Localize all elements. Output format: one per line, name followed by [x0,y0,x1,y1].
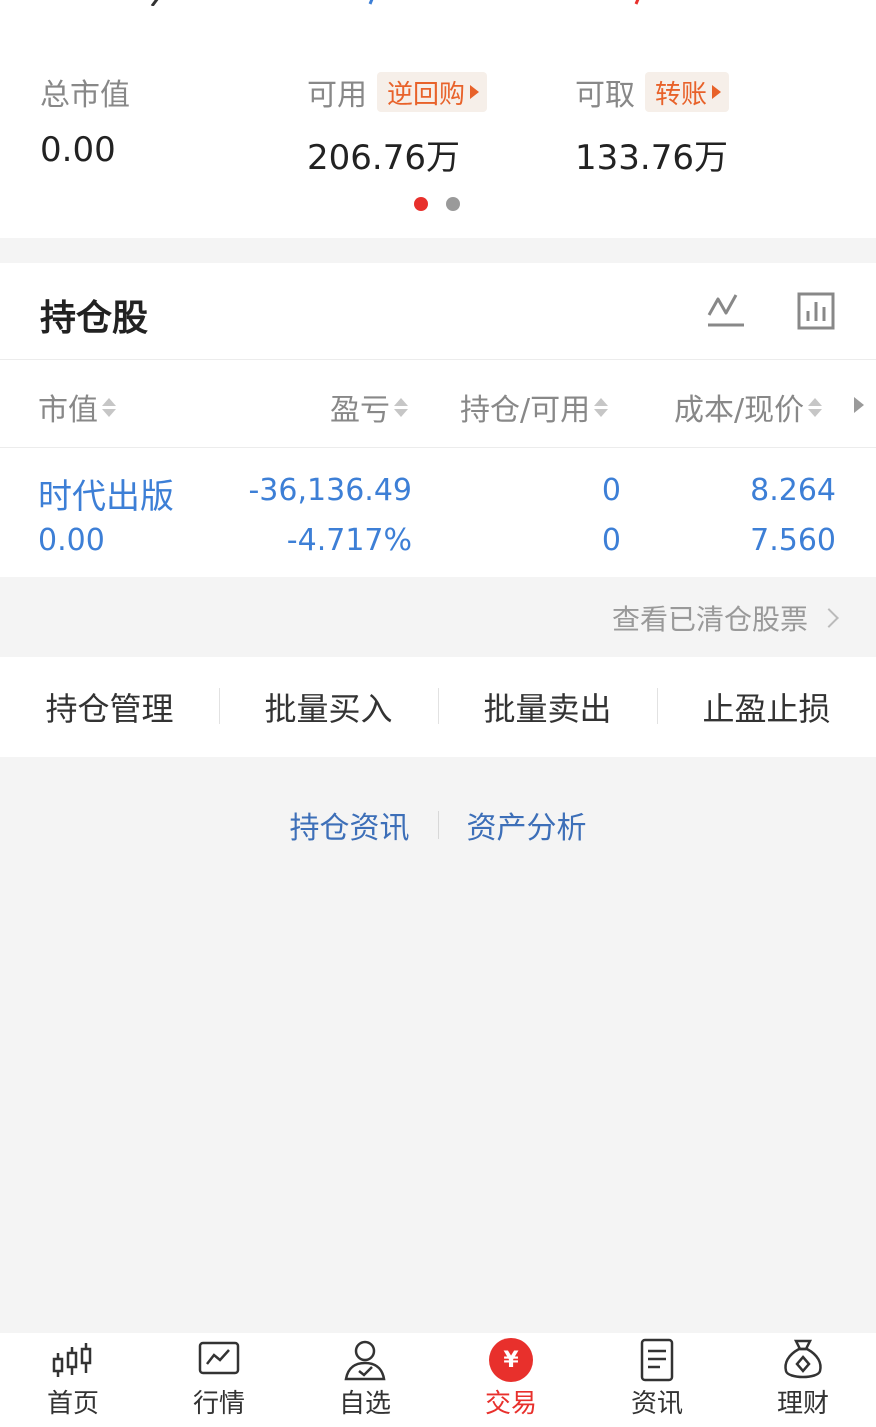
market-value: 0.00 [40,130,116,170]
nav-wealth[interactable]: 理财 [730,1333,876,1427]
page-dot[interactable] [446,197,460,211]
withdrawable-value: 133.76万 [575,138,728,178]
scroll-right-icon[interactable] [854,397,864,413]
market-value-label: 总市值 [40,78,130,113]
nav-home[interactable]: 首页 [0,1333,146,1427]
nav-label: 首页 [46,1389,99,1419]
withdrawable-block: 可取 转账 133.76万 [575,72,730,179]
document-icon [640,1338,674,1382]
holdings-view-toggle [706,291,836,331]
nav-news[interactable]: 资讯 [584,1333,730,1427]
cropped-glyph [368,0,374,5]
stop-profit-loss-button[interactable]: 止盈止损 [657,684,876,730]
divider [0,359,876,360]
nav-label: 资讯 [630,1389,683,1419]
available-value: 206.76万 [307,138,460,178]
cropped-glyph [150,0,159,6]
sort-icon [394,397,408,417]
column-label: 成本/现价 [674,393,805,428]
stock-market-value: 0.00 [38,523,105,558]
chevron-right-icon [819,608,839,628]
holding-links: 持仓资讯 资产分析 [0,803,876,847]
nav-label: 理财 [776,1389,829,1419]
reverse-repo-label: 逆回购 [387,79,466,110]
withdrawable-label: 可取 [575,78,635,113]
page-indicator[interactable] [414,197,460,211]
stock-available: 0 [601,523,621,558]
available-block: 可用 逆回购 206.76万 [307,72,488,179]
stock-name: 时代出版 [38,477,174,517]
stock-cost: 8.264 [750,473,836,508]
column-label: 市值 [38,393,98,428]
nav-trade[interactable]: ¥ 交易 [438,1333,584,1427]
money-bag-icon [784,1339,822,1379]
account-summary: 总市值 0.00 可用 逆回购 206.76万 可取 转账 133.76万 [0,0,876,238]
transfer-label: 转账 [655,79,708,110]
available-label: 可用 [307,78,367,113]
batch-sell-button[interactable]: 批量卖出 [438,684,657,730]
cropped-glyph [634,0,640,5]
candlestick-icon [52,1343,92,1377]
caret-right-icon [470,85,480,99]
column-label: 持仓/可用 [460,393,591,428]
column-cost-price[interactable]: 成本/现价 [674,385,823,429]
transfer-button[interactable]: 转账 [645,72,730,112]
column-position[interactable]: 持仓/可用 [460,385,609,429]
page-dot-active[interactable] [414,197,428,211]
line-chart-icon[interactable] [706,291,746,331]
cleared-stocks-link[interactable]: 查看已清仓股票 [611,598,839,638]
stock-position: 0 [601,473,621,508]
sort-icon [102,397,116,417]
nav-label: 交易 [484,1389,537,1419]
caret-right-icon [712,85,722,99]
market-value-block: 总市值 0.00 [40,72,130,170]
holding-actions: 持仓管理 批量买入 批量卖出 止盈止损 [0,657,876,757]
reverse-repo-button[interactable]: 逆回购 [377,72,488,112]
divider [0,447,876,448]
holdings-title: 持仓股 [40,298,149,339]
user-check-icon [344,1340,386,1381]
stock-pnl: -36,136.49 [248,473,412,508]
stock-pnl-percent: -4.717% [286,523,412,558]
asset-analysis-link[interactable]: 资产分析 [439,803,615,847]
nav-market[interactable]: 行情 [146,1333,292,1427]
cleared-stocks-label: 查看已清仓股票 [611,603,808,636]
sort-icon [808,397,823,417]
column-market-value[interactable]: 市值 [38,385,116,429]
nav-label: 自选 [338,1389,391,1419]
column-label: 盈亏 [330,393,390,428]
holding-news-link[interactable]: 持仓资讯 [262,803,438,847]
holdings-section: 持仓股 市值 盈亏 持仓/可用 成本/现价 时代出版 0.00 -36,136.… [0,263,876,577]
market-chart-icon [198,1341,240,1375]
bottom-nav: 首页 行情 自选 ¥ 交易 资讯 理财 [0,1333,876,1427]
bar-chart-icon[interactable] [796,291,836,331]
column-pnl[interactable]: 盈亏 [330,385,408,429]
nav-watchlist[interactable]: 自选 [292,1333,438,1427]
nav-label: 行情 [192,1389,245,1419]
stock-price: 7.560 [750,523,836,558]
position-management-button[interactable]: 持仓管理 [0,684,219,730]
sort-icon [594,397,609,417]
batch-buy-button[interactable]: 批量买入 [219,684,438,730]
yuan-icon: ¥ [489,1338,533,1382]
